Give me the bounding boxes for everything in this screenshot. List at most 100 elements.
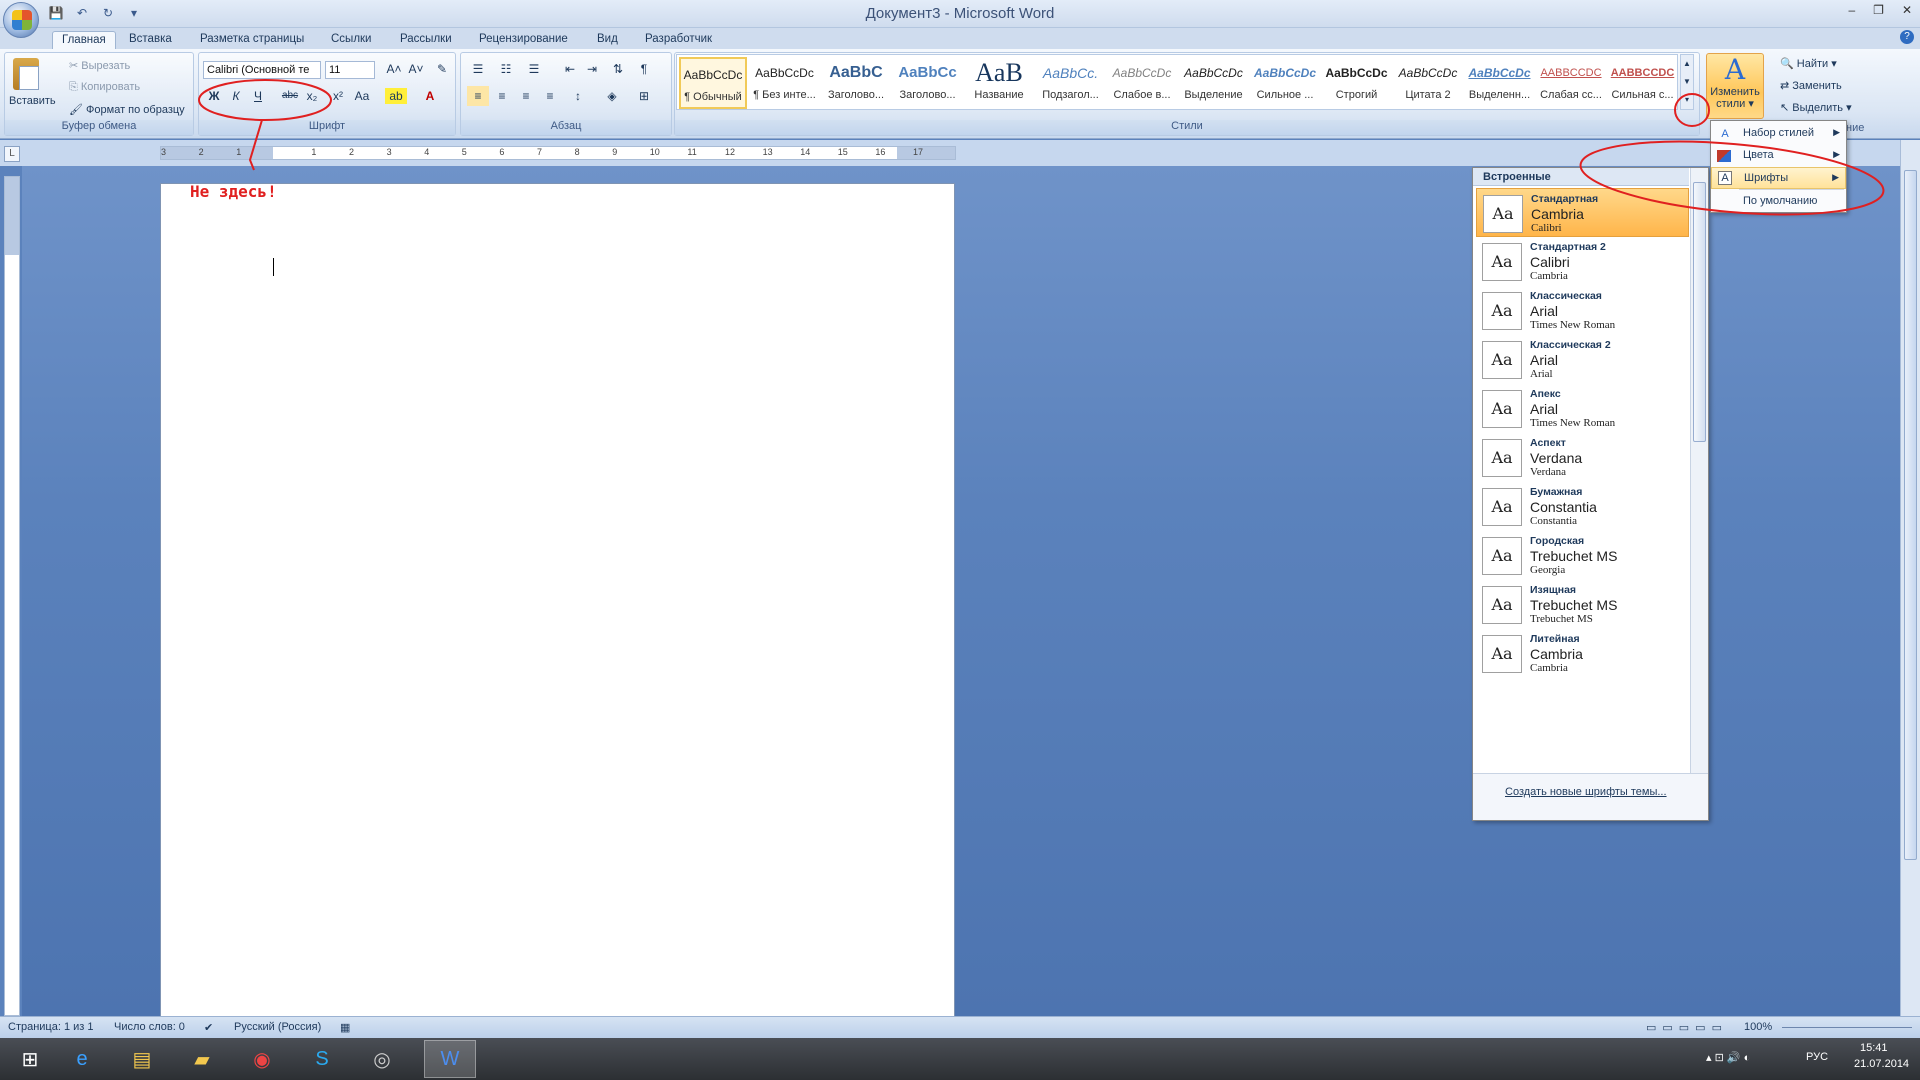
tab-home[interactable]: Главная bbox=[52, 31, 116, 51]
tray-icons[interactable]: ▴ ⊡ 🔊 ◐ bbox=[1706, 1051, 1750, 1064]
align-right-icon[interactable]: ≡ bbox=[515, 86, 537, 106]
tab-mailings[interactable]: Рассылки bbox=[391, 31, 461, 50]
shrink-font-button[interactable]: A˅ bbox=[405, 59, 427, 79]
style-item[interactable]: AaBbCcDc Цитата 2 bbox=[1394, 57, 1462, 109]
paste-button[interactable]: Вставить bbox=[9, 95, 56, 107]
gallery-more-icon[interactable]: ▾ bbox=[1681, 91, 1693, 109]
tab-developer[interactable]: Разработчик bbox=[636, 31, 721, 50]
theme-font-item[interactable]: Aa Литейная Cambria Cambria bbox=[1476, 629, 1689, 678]
zoom-level[interactable]: 100% bbox=[1744, 1021, 1772, 1033]
change-case-button[interactable]: Aa bbox=[351, 86, 373, 106]
tab-insert[interactable]: Вставка bbox=[120, 31, 181, 50]
bold-button[interactable]: Ж bbox=[203, 86, 225, 106]
multilevel-list-icon[interactable]: ☰ bbox=[523, 59, 545, 79]
vertical-ruler[interactable] bbox=[4, 176, 20, 1016]
style-item[interactable]: AaBbCcDc Сильное ... bbox=[1251, 57, 1319, 109]
replace-button[interactable]: ⇄ Заменить bbox=[1780, 79, 1842, 92]
tab-page-layout[interactable]: Разметка страницы bbox=[191, 31, 313, 50]
fonts-panel-scrollbar[interactable] bbox=[1690, 168, 1708, 773]
style-item[interactable]: AaBbCc Заголово... bbox=[894, 57, 962, 109]
style-item[interactable]: AABBCCDC Сильная с... bbox=[1609, 57, 1677, 109]
theme-font-item[interactable]: Aa Апекс Arial Times New Roman bbox=[1476, 384, 1689, 433]
scrollbar-thumb[interactable] bbox=[1904, 170, 1917, 860]
close-button[interactable]: ✕ bbox=[1902, 3, 1912, 17]
menu-item-style-set[interactable]: A Набор стилей ▶ bbox=[1711, 123, 1846, 145]
subscript-button[interactable]: x₂ bbox=[301, 86, 323, 106]
folder-icon[interactable]: ▰ bbox=[176, 1040, 228, 1078]
horizontal-ruler[interactable]: 3 2 1 1 2 3 4 5 6 7 8 9 10 11 12 13 14 15 16 17 bbox=[160, 146, 956, 160]
numbering-icon[interactable]: ☷ bbox=[495, 59, 517, 79]
theme-font-item[interactable]: Aa Стандартная Cambria Calibri bbox=[1476, 188, 1689, 237]
style-item[interactable]: AaBbCcDc ¶ Обычный bbox=[679, 57, 747, 109]
theme-font-item[interactable]: Aa Бумажная Constantia Constantia bbox=[1476, 482, 1689, 531]
menu-item-fonts[interactable]: A Шрифты ▶ bbox=[1711, 167, 1846, 189]
minimize-button[interactable]: – bbox=[1848, 3, 1855, 17]
tab-review[interactable]: Рецензирование bbox=[470, 31, 577, 50]
gallery-up-icon[interactable]: ▲ bbox=[1681, 55, 1693, 73]
zoom-slider[interactable] bbox=[1782, 1027, 1912, 1028]
view-buttons[interactable]: ▭▭▭▭▭ bbox=[1646, 1021, 1728, 1034]
find-button[interactable]: 🔍 Найти ▾ bbox=[1780, 57, 1837, 70]
theme-font-item[interactable]: Aa Стандартная 2 Calibri Cambria bbox=[1476, 237, 1689, 286]
word-count[interactable]: Число слов: 0 bbox=[114, 1021, 185, 1033]
tab-view[interactable]: Вид bbox=[588, 31, 627, 50]
font-size-box[interactable]: 11 bbox=[325, 61, 375, 79]
font-color-button[interactable]: A bbox=[419, 86, 441, 106]
theme-font-item[interactable]: Aa Изящная Trebuchet MS Trebuchet MS bbox=[1476, 580, 1689, 629]
style-item[interactable]: AaBbCcDc ¶ Без инте... bbox=[751, 57, 819, 109]
page-count[interactable]: Страница: 1 из 1 bbox=[8, 1021, 94, 1033]
restore-button[interactable]: ❐ bbox=[1873, 3, 1884, 17]
clock-date[interactable]: 21.07.2014 bbox=[1854, 1058, 1909, 1070]
clear-format-icon[interactable]: ✎ bbox=[431, 59, 453, 79]
style-item[interactable]: AaBbCcDc Выделение bbox=[1180, 57, 1248, 109]
superscript-button[interactable]: x² bbox=[327, 86, 349, 106]
style-item[interactable]: AaBbCcDc Выделенн... bbox=[1466, 57, 1534, 109]
ie-icon[interactable]: e bbox=[56, 1040, 108, 1078]
input-language[interactable]: РУС bbox=[1806, 1051, 1828, 1063]
create-theme-fonts-link[interactable]: Создать новые шрифты темы... bbox=[1505, 786, 1667, 798]
word-icon[interactable]: W bbox=[424, 1040, 476, 1078]
bullets-icon[interactable]: ☰ bbox=[467, 59, 489, 79]
highlight-button[interactable]: ab bbox=[385, 88, 407, 104]
app-icon[interactable]: ◎ bbox=[356, 1040, 408, 1078]
macro-icon[interactable]: ▦ bbox=[340, 1021, 350, 1034]
line-spacing-icon[interactable]: ↕ bbox=[567, 86, 589, 106]
language-status[interactable]: Русский (Россия) bbox=[234, 1021, 321, 1033]
grow-font-button[interactable]: A˄ bbox=[383, 59, 405, 79]
explorer-icon[interactable]: ▤ bbox=[116, 1040, 168, 1078]
select-button[interactable]: ↖ Выделить ▾ bbox=[1780, 101, 1852, 114]
menu-item-default[interactable]: По умолчанию bbox=[1711, 191, 1846, 213]
proofing-icon[interactable]: ✔ bbox=[204, 1021, 213, 1034]
style-item[interactable]: AaBbCcDc Слабое в... bbox=[1108, 57, 1176, 109]
tab-selector[interactable]: L bbox=[4, 146, 20, 162]
style-item[interactable]: AaBbCcDc Строгий bbox=[1323, 57, 1391, 109]
paste-icon[interactable] bbox=[13, 58, 39, 90]
align-center-icon[interactable]: ≡ bbox=[491, 86, 513, 106]
show-marks-icon[interactable]: ¶ bbox=[633, 59, 655, 79]
underline-button[interactable]: Ч bbox=[247, 86, 269, 106]
sort-icon[interactable]: ⇅ bbox=[607, 59, 629, 79]
tab-references[interactable]: Ссылки bbox=[322, 31, 381, 50]
decrease-indent-icon[interactable]: ⇤ bbox=[559, 59, 581, 79]
italic-button[interactable]: К bbox=[225, 86, 247, 106]
menu-item-colors[interactable]: Цвета ▶ bbox=[1711, 145, 1846, 167]
theme-font-item[interactable]: Aa Аспект Verdana Verdana bbox=[1476, 433, 1689, 482]
gallery-scroll[interactable]: ▲ ▼ ▾ bbox=[1680, 54, 1694, 110]
office-button[interactable] bbox=[3, 2, 39, 38]
justify-icon[interactable]: ≡ bbox=[539, 86, 561, 106]
theme-font-item[interactable]: Aa Классическая 2 Arial Arial bbox=[1476, 335, 1689, 384]
align-left-icon[interactable]: ≡ bbox=[467, 86, 489, 106]
skype-icon[interactable]: S bbox=[296, 1040, 348, 1078]
borders-icon[interactable]: ⊞ bbox=[633, 86, 655, 106]
gallery-down-icon[interactable]: ▼ bbox=[1681, 73, 1693, 91]
strikethrough-button[interactable]: abc bbox=[279, 86, 301, 106]
format-painter-button[interactable]: 🖌 Формат по образцу bbox=[69, 103, 185, 116]
document-page[interactable] bbox=[160, 183, 955, 1023]
increase-indent-icon[interactable]: ⇥ bbox=[581, 59, 603, 79]
font-name-box[interactable]: Calibri (Основной те bbox=[203, 61, 321, 79]
shading-icon[interactable]: ◈ bbox=[601, 86, 623, 106]
help-icon[interactable]: ? bbox=[1900, 30, 1914, 44]
copy-button[interactable]: ⎘ Копировать bbox=[69, 81, 140, 94]
vertical-scrollbar[interactable] bbox=[1900, 140, 1920, 1016]
clock-time[interactable]: 15:41 bbox=[1860, 1042, 1888, 1054]
